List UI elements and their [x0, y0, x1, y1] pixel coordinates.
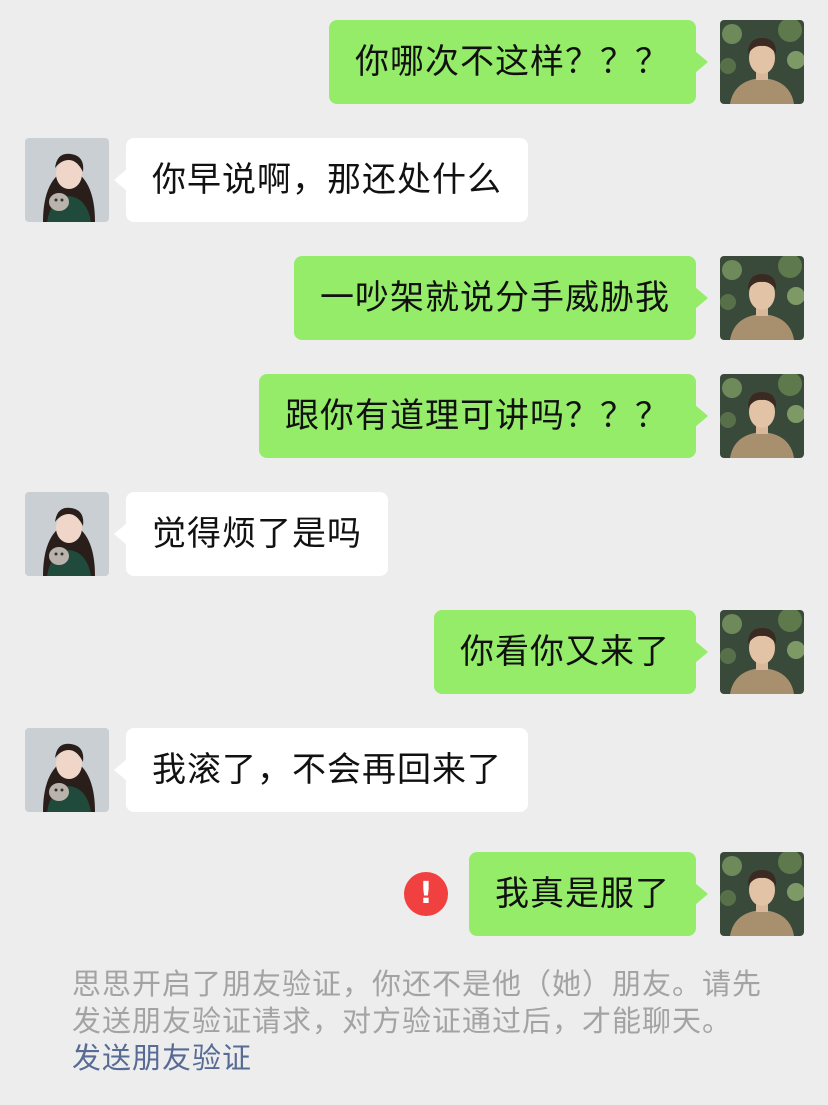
message-row-incoming: 我滚了，不会再回来了 — [0, 728, 828, 814]
outgoing-message-bubble[interactable]: 我真是服了 — [469, 852, 708, 936]
female-avatar-image — [25, 728, 109, 812]
female-avatar-image — [25, 138, 109, 222]
message-row-incoming: 你早说啊，那还处什么 — [0, 138, 828, 224]
incoming-message-bubble[interactable]: 觉得烦了是吗 — [114, 492, 388, 576]
message-row-outgoing: 跟你有道理可讲吗？？？ — [0, 374, 828, 460]
message-row-outgoing: 你哪次不这样？？？ — [0, 20, 828, 106]
my-avatar[interactable] — [720, 610, 804, 694]
outgoing-message-bubble[interactable]: 你看你又来了 — [434, 610, 708, 694]
contact-avatar[interactable] — [25, 728, 109, 812]
male-avatar-image — [720, 852, 804, 936]
chat-view: 你哪次不这样？？？ 你早说啊，那还处什么 一吵架就说分手威胁我 跟你有道理可讲吗… — [0, 0, 828, 1105]
female-avatar-image — [25, 492, 109, 576]
my-avatar[interactable] — [720, 256, 804, 340]
incoming-message-bubble[interactable]: 你早说啊，那还处什么 — [114, 138, 528, 222]
contact-avatar[interactable] — [25, 138, 109, 222]
notice-text: 思思开启了朋友验证，你还不是他（她）朋友。请先发送朋友验证请求，对方验证通过后，… — [72, 967, 763, 1038]
my-avatar[interactable] — [720, 374, 804, 458]
message-row-outgoing: 你看你又来了 — [0, 610, 828, 696]
my-avatar[interactable] — [720, 20, 804, 104]
outgoing-message-bubble[interactable]: 一吵架就说分手威胁我 — [294, 256, 708, 340]
my-avatar[interactable] — [720, 852, 804, 936]
message-row-outgoing-failed: ! 我真是服了 — [0, 852, 828, 938]
friend-verification-notice: 思思开启了朋友验证，你还不是他（她）朋友。请先发送朋友验证请求，对方验证通过后，… — [72, 966, 762, 1077]
message-row-incoming: 觉得烦了是吗 — [0, 492, 828, 578]
incoming-message-bubble[interactable]: 我滚了，不会再回来了 — [114, 728, 528, 812]
outgoing-message-bubble[interactable]: 跟你有道理可讲吗？？？ — [259, 374, 708, 458]
male-avatar-image — [720, 256, 804, 340]
exclamation-icon[interactable]: ! — [404, 872, 448, 916]
male-avatar-image — [720, 20, 804, 104]
male-avatar-image — [720, 610, 804, 694]
outgoing-message-bubble[interactable]: 你哪次不这样？？？ — [329, 20, 708, 104]
contact-avatar[interactable] — [25, 492, 109, 576]
send-verification-link[interactable]: 发送朋友验证 — [72, 1041, 252, 1075]
message-row-outgoing: 一吵架就说分手威胁我 — [0, 256, 828, 342]
male-avatar-image — [720, 374, 804, 458]
